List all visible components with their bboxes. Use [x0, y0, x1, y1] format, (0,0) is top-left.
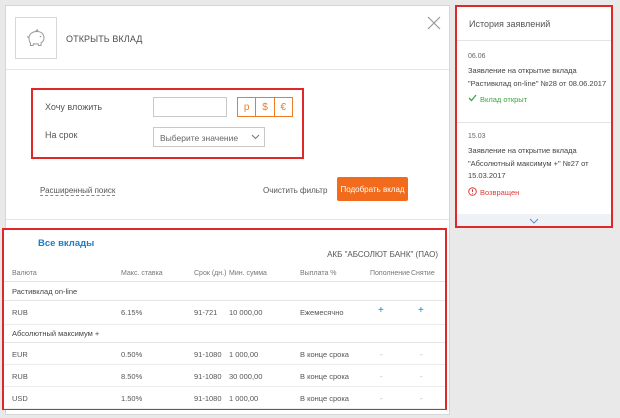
- cell-min-sum: 1 000,00: [229, 350, 259, 359]
- close-icon[interactable]: [427, 16, 441, 30]
- table-row[interactable]: RUB 6.15% 91-721 10 000,00 Ежемесячно + …: [4, 301, 445, 325]
- divider: [457, 122, 611, 123]
- cell-rate: 0.50%: [121, 350, 143, 359]
- term-select[interactable]: Выберите значение: [153, 127, 265, 147]
- cell-payout: В конце срока: [300, 372, 349, 381]
- column-header: Выплата %: [300, 270, 337, 277]
- amount-input[interactable]: [153, 97, 227, 117]
- cell-topup: +: [378, 305, 384, 316]
- chevron-down-icon: [251, 132, 260, 143]
- bank-name: АКБ "АБСОЛЮТ БАНК" (ПАО): [327, 250, 438, 259]
- column-header: Пополнение: [370, 270, 410, 277]
- cell-payout: В конце срока: [300, 394, 349, 403]
- column-header: Срок (дн.): [194, 270, 227, 277]
- column-header: Мин. сумма: [229, 270, 267, 277]
- cell-min-sum: 1 000,00: [229, 394, 259, 403]
- deposits-title[interactable]: Все вклады: [38, 238, 94, 249]
- cell-topup: -: [380, 372, 383, 381]
- currency-usd-button[interactable]: $: [256, 98, 275, 116]
- table-header: Валюта Макс. ставка Срок (дн.) Мин. сумм…: [4, 268, 445, 282]
- advanced-search-link[interactable]: Расширенный поиск: [40, 186, 116, 196]
- table-row[interactable]: RUB 8.50% 91-1080 30 000,00 В конце срок…: [4, 365, 445, 387]
- column-header: Макс. ставка: [121, 270, 163, 277]
- status-text: Возвращен: [480, 187, 520, 197]
- history-scroll-more[interactable]: [457, 214, 611, 226]
- cell-term: 91-1080: [194, 394, 222, 403]
- cell-term: 91-721: [194, 308, 218, 317]
- history-item-date: 15.03: [468, 133, 486, 140]
- cell-rate: 6.15%: [121, 308, 143, 317]
- alert-circle-icon: [468, 186, 477, 198]
- deposit-group-name: Абсолютный максимум +: [12, 329, 100, 338]
- column-header: Валюта: [12, 270, 37, 277]
- panel-header: ОТКРЫТЬ ВКЛАД: [6, 6, 449, 70]
- currency-switch: р $ €: [237, 97, 293, 117]
- cell-withdraw: -: [420, 350, 423, 359]
- deposit-group-name: Растивклад on-line: [12, 287, 78, 296]
- deposit-group-row[interactable]: Растивклад on-line: [4, 283, 445, 301]
- cell-min-sum: 30 000,00: [229, 372, 263, 381]
- cell-term: 91-1080: [194, 350, 222, 359]
- deposits-table-section: Все вклады АКБ "АБСОЛЮТ БАНК" (ПАО) Валю…: [2, 228, 447, 410]
- checkmark-icon: [468, 94, 477, 104]
- history-item-text: Заявление на открытие вклада "Абсолютный…: [468, 146, 589, 180]
- page-title: ОТКРЫТЬ ВКЛАД: [66, 34, 143, 44]
- divider: [6, 219, 449, 220]
- amount-label: Хочу вложить: [45, 102, 103, 112]
- history-item-date: 06.06: [468, 53, 486, 60]
- column-header: Снятие: [411, 270, 435, 277]
- find-deposit-button[interactable]: Подобрать вклад: [337, 177, 408, 201]
- term-label: На срок: [45, 130, 78, 140]
- cell-min-sum: 10 000,00: [229, 308, 263, 317]
- currency-rub-button[interactable]: р: [238, 98, 257, 116]
- status-badge: Вклад открыт: [468, 94, 608, 104]
- history-title: История заявлений: [469, 19, 551, 29]
- status-text: Вклад открыт: [480, 94, 528, 104]
- status-badge: Возвращен: [468, 186, 608, 198]
- cell-payout: Ежемесячно: [300, 308, 344, 317]
- divider: [457, 40, 611, 41]
- cell-topup: -: [380, 350, 383, 359]
- history-item[interactable]: 06.06 Заявление на открытие вклада "Раст…: [468, 53, 608, 104]
- cell-rate: 8.50%: [121, 372, 143, 381]
- cell-currency: EUR: [12, 350, 28, 359]
- currency-eur-button[interactable]: €: [275, 98, 292, 116]
- cell-topup: -: [380, 394, 383, 403]
- cell-rate: 1.50%: [121, 394, 143, 403]
- cell-withdraw: -: [420, 394, 423, 403]
- cell-withdraw: +: [418, 305, 424, 316]
- history-item[interactable]: 15.03 Заявление на открытие вклада "Абсо…: [468, 133, 608, 198]
- cell-term: 91-1080: [194, 372, 222, 381]
- term-select-value: Выберите значение: [160, 133, 239, 143]
- piggy-bank-icon: [15, 17, 57, 59]
- deposit-filter-form: Хочу вложить р $ € На срок Выберите знач…: [31, 88, 304, 159]
- table-row[interactable]: EUR 0.50% 91-1080 1 000,00 В конце срока…: [4, 343, 445, 365]
- cell-currency: RUB: [12, 308, 28, 317]
- cell-payout: В конце срока: [300, 350, 349, 359]
- cell-currency: RUB: [12, 372, 28, 381]
- cell-currency: USD: [12, 394, 28, 403]
- history-item-text: Заявление на открытие вклада "Растивклад…: [468, 66, 607, 88]
- cell-withdraw: -: [420, 372, 423, 381]
- clear-filter-link[interactable]: Очистить фильтр: [263, 186, 327, 195]
- deposit-group-row[interactable]: Абсолютный максимум +: [4, 325, 445, 343]
- chevron-down-icon: [529, 211, 539, 229]
- application-history-panel: История заявлений 06.06 Заявление на отк…: [455, 5, 613, 228]
- table-row[interactable]: USD 1.50% 91-1080 1 000,00 В конце срока…: [4, 387, 445, 409]
